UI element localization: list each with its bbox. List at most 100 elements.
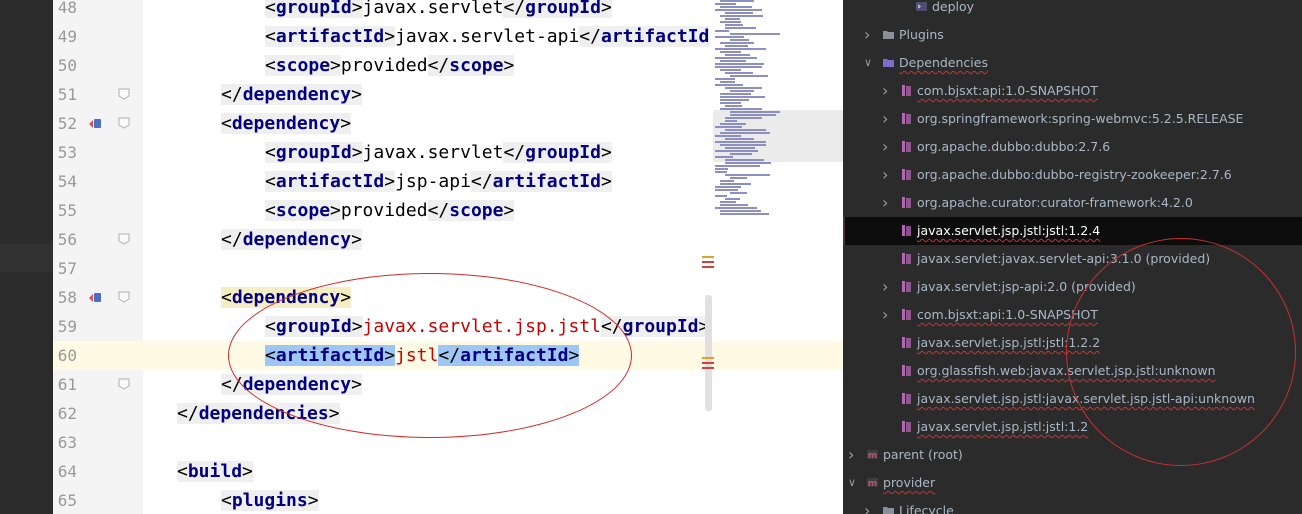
xml-tag: < (265, 26, 276, 47)
line-number[interactable]: 54 (53, 167, 77, 196)
chevron-right-icon[interactable]: › (882, 161, 888, 189)
line-number[interactable]: 55 (53, 196, 77, 225)
line-number[interactable]: 56 (53, 225, 77, 254)
tree-node[interactable]: › Lifecycle (843, 497, 1302, 514)
tree-node[interactable]: javax.servlet.jsp.jstl:javax.servlet.jsp… (843, 385, 1302, 413)
line-number[interactable]: 49 (53, 22, 77, 51)
code-text[interactable]: </dependency> (221, 225, 362, 254)
fold-toggle-icon[interactable] (118, 88, 130, 100)
code-text[interactable]: <build> (177, 457, 253, 486)
line-number[interactable]: 61 (53, 370, 77, 399)
xml-tag: groupId (275, 316, 352, 337)
line-number[interactable]: 59 (53, 312, 77, 341)
xml-tag: </ (503, 0, 526, 18)
fold-toggle-icon[interactable] (118, 378, 130, 390)
line-number[interactable]: 51 (53, 80, 77, 109)
line-number[interactable]: 62 (53, 399, 77, 428)
line-number[interactable]: 60 (53, 341, 77, 370)
code-editor[interactable]: 48 <groupId>javax.servlet</groupId> 49 <art… (53, 0, 843, 514)
tree-node[interactable]: › org.apache.curator:curator-framework:4.… (843, 189, 1302, 217)
chevron-right-icon[interactable]: › (864, 21, 870, 49)
tree-node[interactable]: › com.bjsxt:api:1.0-SNAPSHOT (843, 301, 1302, 329)
editor-scrollbar-thumb[interactable] (705, 295, 712, 411)
line-number[interactable]: 53 (53, 138, 77, 167)
tree-node[interactable]: › org.apache.dubbo:dubbo:2.7.6 (843, 133, 1302, 161)
line-number[interactable]: 48 (53, 0, 77, 22)
line-number[interactable]: 63 (53, 428, 77, 457)
tree-node[interactable]: javax.servlet:javax.servlet-api:3.1.0 (p… (843, 245, 1302, 273)
line-number[interactable]: 50 (53, 51, 77, 80)
left-tool-strip (0, 0, 53, 514)
fold-toggle-icon[interactable] (118, 117, 130, 129)
xml-tag: > (600, 0, 612, 18)
code-text[interactable]: <dependency> (221, 109, 352, 138)
error-stripe-marker[interactable] (702, 357, 714, 371)
chevron-right-icon[interactable]: › (882, 189, 888, 217)
code-line[interactable]: 59 <groupId>javax.servlet.jsp.jstl</group… (53, 312, 843, 341)
warning-stripe-marker[interactable] (702, 256, 714, 270)
overridden-dependency-icon[interactable] (87, 289, 103, 305)
line-number[interactable]: 58 (53, 283, 77, 312)
chevron-right-icon[interactable]: › (882, 273, 888, 301)
code-line[interactable]: 58 <dependency> (53, 283, 843, 312)
line-number[interactable]: 57 (53, 254, 77, 283)
tree-node[interactable]: › com.bjsxt:api:1.0-SNAPSHOT (843, 77, 1302, 105)
tree-node[interactable]: › Plugins (843, 21, 1302, 49)
code-text[interactable]: <plugins> (221, 486, 319, 514)
code-text[interactable]: <groupId>javax.servlet.jsp.jstl</groupId… (265, 312, 710, 341)
tree-node[interactable]: org.glassfish.web:javax.servlet.jsp.jstl… (843, 357, 1302, 385)
fold-toggle-icon[interactable] (118, 291, 130, 303)
tree-node[interactable]: javax.servlet.jsp.jstl:jstl:1.2.4 (843, 217, 1302, 245)
tree-node[interactable]: javax.servlet.jsp.jstl:jstl:1.2 (843, 413, 1302, 441)
code-text[interactable]: <dependency> (221, 283, 352, 312)
code-text[interactable]: </dependency> (221, 370, 362, 399)
chevron-down-icon[interactable]: ∨ (864, 49, 872, 77)
maven-dependency-tree[interactable]: deploy › Plugins ∨ Dependencies › com.bjsxt:ap… (843, 0, 1302, 514)
code-text[interactable]: <artifactId>jsp-api</artifactId> (265, 167, 612, 196)
code-text[interactable]: <artifactId>jstl</artifactId> (265, 341, 580, 370)
tree-node[interactable]: ∨ m provider (843, 469, 1302, 497)
xml-tag: < (221, 287, 232, 308)
minimap-line (725, 198, 740, 200)
code-line[interactable]: 65 <plugins> (53, 486, 843, 514)
tree-node[interactable]: › org.springframework:spring-webmvc:5.2.5… (843, 105, 1302, 133)
line-number[interactable]: 65 (53, 486, 77, 514)
code-line[interactable]: 61 </dependency> (53, 370, 843, 399)
code-text[interactable]: </dependencies> (177, 399, 340, 428)
code-line[interactable]: 60 <artifactId>jstl</artifactId> (53, 341, 843, 370)
chevron-right-icon[interactable]: › (882, 105, 888, 133)
code-text[interactable]: <artifactId>javax.servlet-api</artifactI… (265, 22, 710, 51)
tree-node[interactable]: ∨ Dependencies (843, 49, 1302, 77)
xml-tag: dependency (231, 287, 341, 308)
code-text[interactable]: </dependency> (221, 80, 362, 109)
xml-tag: dependencies (198, 403, 329, 424)
fold-toggle-icon[interactable] (118, 233, 130, 245)
chevron-right-icon[interactable]: › (882, 133, 888, 161)
chevron-right-icon[interactable]: › (882, 77, 888, 105)
xml-tag: groupId (525, 0, 601, 18)
tree-node[interactable]: javax.servlet.jsp.jstl:jstl:1.2.2 (843, 329, 1302, 357)
tree-node[interactable]: deploy (843, 0, 1302, 21)
chevron-right-icon[interactable]: › (864, 497, 870, 514)
chevron-down-icon[interactable]: ∨ (848, 469, 856, 497)
line-number[interactable]: 64 (53, 457, 77, 486)
code-text[interactable]: <scope>provided</scope> (265, 51, 515, 80)
code-line[interactable]: 62 </dependencies> (53, 399, 843, 428)
code-text[interactable]: <scope>provided</scope> (265, 196, 515, 225)
tree-node[interactable]: › m parent (root) (843, 441, 1302, 469)
chevron-right-icon[interactable]: › (882, 301, 888, 329)
tree-node[interactable]: › javax.servlet:jsp-api:2.0 (provided) (843, 273, 1302, 301)
xml-tag: > (330, 200, 341, 221)
overridden-dependency-icon[interactable] (87, 115, 103, 131)
xml-tag: > (351, 229, 362, 250)
code-line[interactable]: 57 (53, 254, 843, 283)
xml-tag: > (307, 490, 319, 511)
code-text[interactable]: <groupId>javax.servlet</groupId> (265, 0, 612, 22)
tree-node[interactable]: › org.apache.dubbo:dubbo-registry-zookeep… (843, 161, 1302, 189)
code-text[interactable]: <groupId>javax.servlet</groupId> (265, 138, 612, 167)
code-minimap[interactable] (713, 0, 843, 230)
code-line[interactable]: 64 <build> (53, 457, 843, 486)
line-number[interactable]: 52 (53, 109, 77, 138)
chevron-right-icon[interactable]: › (848, 441, 854, 469)
code-line[interactable]: 63 (53, 428, 843, 457)
